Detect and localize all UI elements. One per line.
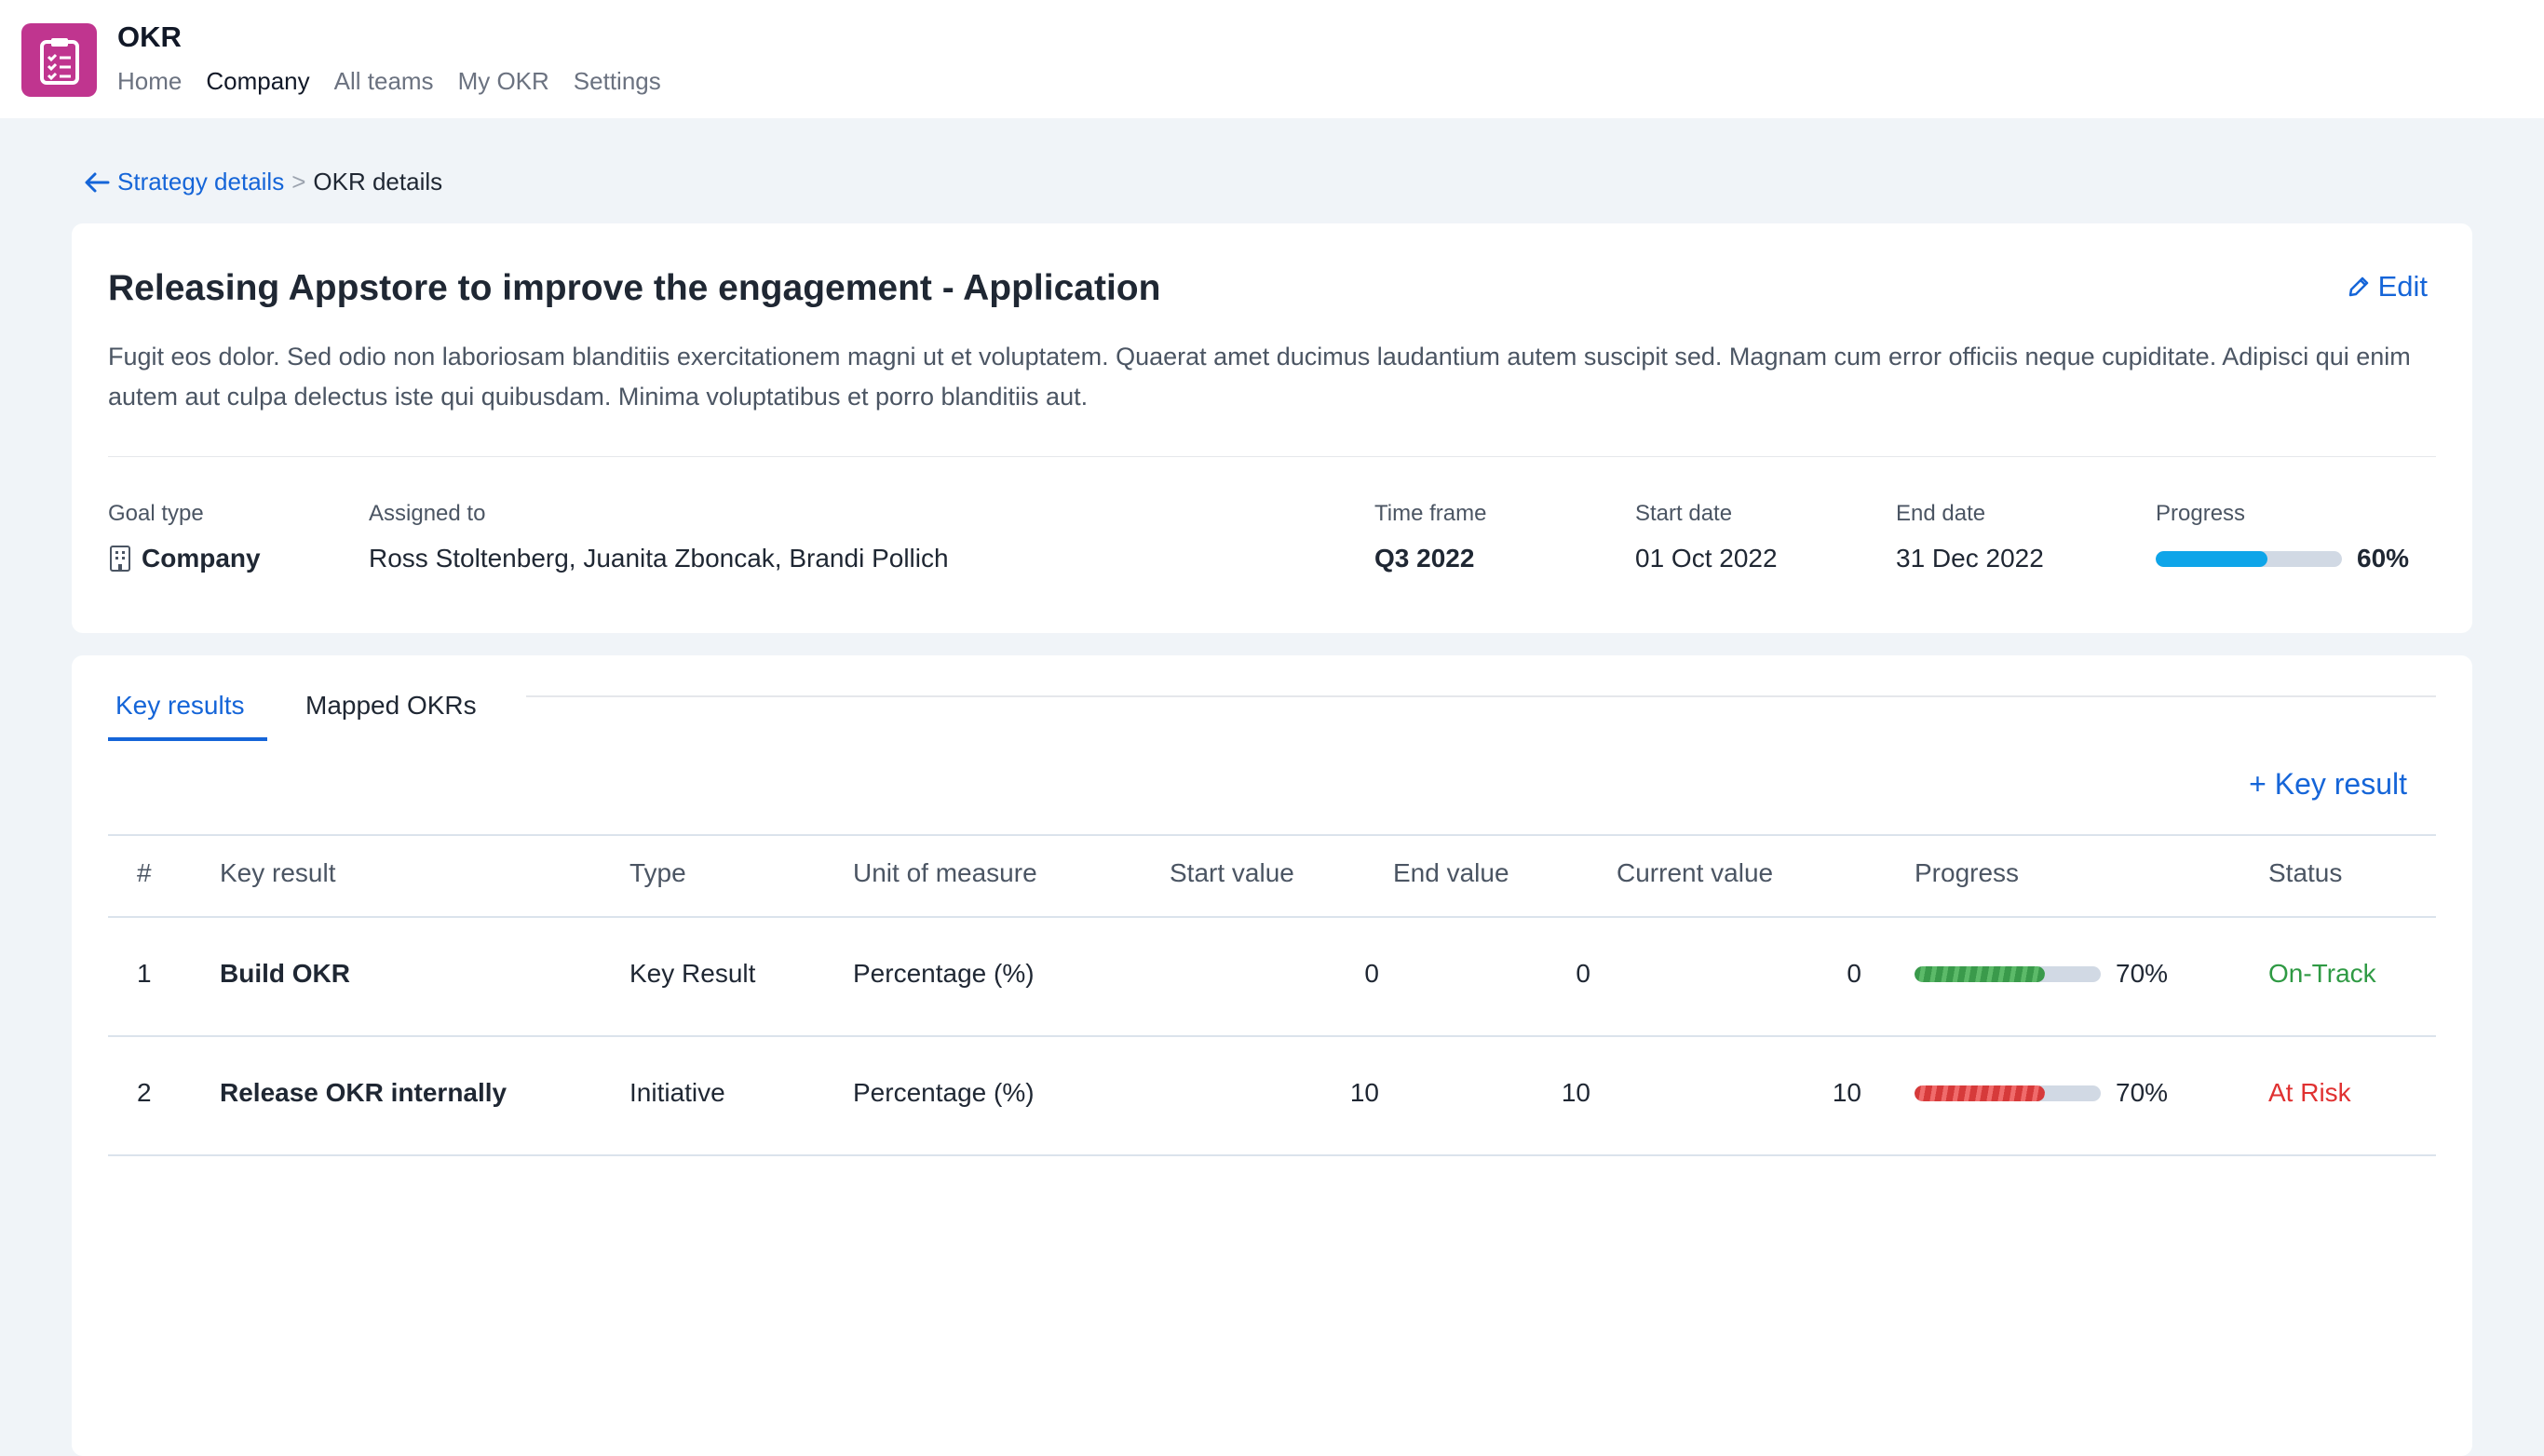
row-2-key-result[interactable]: Release OKR internally [220,1078,507,1108]
row-2-number: 2 [137,1078,152,1107]
okr-description: Fugit eos dolor. Sed odio non laboriosam… [108,343,2411,411]
breadcrumb-separator: > [291,168,306,195]
row-2-progress-percent: 70% [2116,1078,2169,1107]
row-1-start-value: 0 [1364,959,1379,988]
breadcrumb-parent-label: Strategy details [117,168,285,195]
row-2-progress-fill [1915,1085,2045,1101]
column-header-start-value: Start value [1170,858,1294,887]
okr-summary-card: Releasing Appstore to improve the engage… [72,223,2472,633]
key-results-card: Key results Mapped OKRs + Key result # K… [72,655,2472,1456]
edit-label: Edit [2377,270,2428,303]
column-header-end-value: End value [1393,858,1509,887]
column-header-current-value: Current value [1617,858,1774,887]
table-header-top-border [108,834,2436,836]
top-bar: OKR Home Company All teams My OKR Settin… [0,0,2544,118]
building-icon [110,546,130,572]
column-header-unit: Unit of measure [853,858,1037,887]
progress-label: Progress [2156,501,2246,526]
active-tab-indicator [108,737,267,741]
column-header-key-result: Key result [220,858,336,887]
start-date-value: 01 Oct 2022 [1635,544,1778,573]
app-title: OKR [117,20,182,53]
nav-all-teams[interactable]: All teams [334,67,434,96]
row-1-type: Key Result [629,959,756,988]
row-2-end-value: 10 [1561,1078,1590,1107]
breadcrumb-back-link[interactable]: Strategy details [84,168,284,196]
column-header-type: Type [629,858,686,887]
timeframe-label: Time frame [1374,501,1487,526]
goal-type-value: Company [108,544,261,573]
okr-title: Releasing Appstore to improve the engage… [108,268,1161,308]
okr-progress-bar [2156,551,2342,567]
row-2-unit: Percentage (%) [853,1078,1035,1107]
row-1-progress-bar [1915,966,2101,982]
breadcrumb: Strategy details > OKR details [84,168,442,196]
row-divider [108,1154,2436,1156]
column-header-progress: Progress [1915,858,2020,887]
assigned-label: Assigned to [369,501,486,526]
assigned-value: Ross Stoltenberg, Juanita Zboncak, Brand… [369,544,949,573]
row-divider [108,1035,2436,1037]
column-header-number: # [137,858,152,887]
pencil-icon [2348,276,2368,297]
row-1-progress-fill [1915,966,2045,982]
row-1-progress-percent: 70% [2116,959,2169,988]
nav-home[interactable]: Home [117,67,182,96]
main-nav: Home Company All teams My OKR Settings [117,67,661,96]
okr-progress-percent: 60% [2357,544,2410,573]
timeframe-value: Q3 2022 [1374,544,1475,573]
clipboard-checklist-icon [39,37,79,85]
nav-settings[interactable]: Settings [574,67,661,96]
okr-progress-fill [2156,551,2267,567]
tab-key-results[interactable]: Key results [115,691,245,721]
goal-type-text: Company [142,544,261,573]
row-1-unit: Percentage (%) [853,959,1035,988]
tabs-divider [526,695,2436,697]
breadcrumb-current: OKR details [313,168,443,195]
arrow-left-icon [85,172,110,192]
row-2-status: At Risk [2268,1078,2351,1107]
row-2-current-value: 10 [1832,1078,1861,1107]
tab-mapped-okrs[interactable]: Mapped OKRs [305,691,477,721]
add-key-result-button[interactable]: + Key result [2249,767,2407,802]
nav-my-okr[interactable]: My OKR [458,67,549,96]
end-date-label: End date [1896,501,1986,526]
edit-button[interactable]: Edit [2347,270,2428,303]
start-date-label: Start date [1635,501,1733,526]
row-2-start-value: 10 [1349,1078,1379,1107]
row-2-progress-bar [1915,1085,2101,1101]
row-1-status: On-Track [2268,959,2376,988]
table-header-bottom-border [108,916,2436,918]
goal-type-label: Goal type [108,501,204,526]
divider [108,456,2436,457]
row-2-type: Initiative [629,1078,725,1107]
nav-company[interactable]: Company [206,67,309,96]
end-date-value: 31 Dec 2022 [1896,544,2044,573]
row-1-number: 1 [137,959,152,988]
row-1-current-value: 0 [1847,959,1861,988]
row-1-end-value: 0 [1576,959,1590,988]
row-1-key-result[interactable]: Build OKR [220,959,350,989]
column-header-status: Status [2268,858,2343,887]
app-logo[interactable] [21,23,97,97]
